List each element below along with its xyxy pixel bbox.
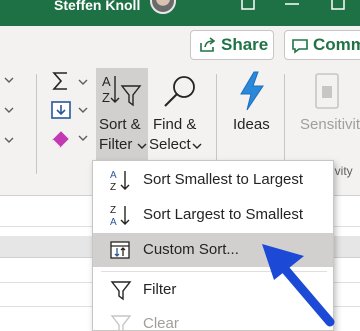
chevron-down-icon[interactable] (4, 136, 14, 144)
ideas-label[interactable]: Ideas (233, 116, 270, 133)
title-bar: Steffen Knoll (0, 0, 360, 26)
comments-label: Comm (313, 35, 360, 54)
sort-filter-icon: A Z (102, 74, 142, 107)
sensitivity-label: Sensitivit (300, 116, 360, 133)
restore-icon[interactable] (330, 0, 346, 12)
find-select-label-2[interactable]: Select (149, 136, 191, 153)
user-name[interactable]: Steffen Knoll (54, 0, 140, 12)
coauthoring-icon[interactable] (240, 0, 256, 12)
menu-item-label: Custom Sort... (143, 241, 239, 258)
custom-sort-icon (110, 241, 130, 259)
chevron-down-icon[interactable] (4, 106, 14, 114)
svg-text:A: A (110, 217, 117, 227)
sort-ascending-icon: A Z (110, 170, 130, 192)
sort-filter-label-2: Filter (99, 136, 133, 153)
group-separator (216, 74, 217, 174)
group-separator (284, 74, 285, 174)
svg-text:Z: Z (110, 205, 116, 216)
share-icon (200, 37, 216, 52)
chevron-down-icon[interactable] (78, 134, 88, 142)
magnifier-icon[interactable] (160, 72, 200, 112)
chevron-down-icon[interactable] (78, 106, 88, 114)
comment-icon (292, 39, 308, 54)
sort-descending-icon: Z A (110, 205, 130, 227)
annotation-arrow-icon (262, 244, 335, 327)
menu-item-sort-ascending[interactable]: A Z Sort Smallest to Largest (93, 163, 333, 197)
svg-text:Z: Z (102, 90, 110, 105)
share-label: Share (221, 35, 269, 54)
menu-item-label: Sort Largest to Smallest (143, 206, 304, 223)
comments-button[interactable]: Comm (284, 30, 360, 60)
minimize-icon[interactable] (284, 0, 300, 12)
sensitivity-icon (315, 73, 339, 109)
filter-icon (110, 281, 132, 301)
menu-item-label: Clear (143, 315, 179, 331)
find-select-label-1[interactable]: Find & (153, 116, 196, 133)
chevron-down-icon[interactable] (4, 76, 14, 84)
share-button[interactable]: Share (190, 30, 274, 60)
menu-item-label: Filter (143, 281, 177, 298)
clear-eraser-icon[interactable] (50, 128, 72, 148)
chevron-down-icon (137, 143, 147, 149)
group-separator (36, 74, 37, 174)
menu-item-label: Sort Smallest to Largest (143, 171, 304, 188)
ideas-lightning-icon[interactable] (236, 70, 268, 112)
avatar[interactable] (150, 0, 176, 14)
fill-down-icon[interactable] (50, 100, 72, 120)
svg-text:A: A (102, 74, 111, 89)
autosum-icon[interactable] (50, 70, 72, 92)
sort-filter-label-1: Sort & (99, 116, 141, 133)
svg-text:Z: Z (110, 182, 116, 192)
menu-item-sort-descending[interactable]: Z A Sort Largest to Smallest (93, 198, 333, 232)
svg-text:A: A (110, 170, 117, 181)
chevron-down-icon[interactable] (192, 142, 202, 150)
chevron-down-icon[interactable] (78, 78, 88, 86)
clear-filter-icon (110, 315, 132, 331)
